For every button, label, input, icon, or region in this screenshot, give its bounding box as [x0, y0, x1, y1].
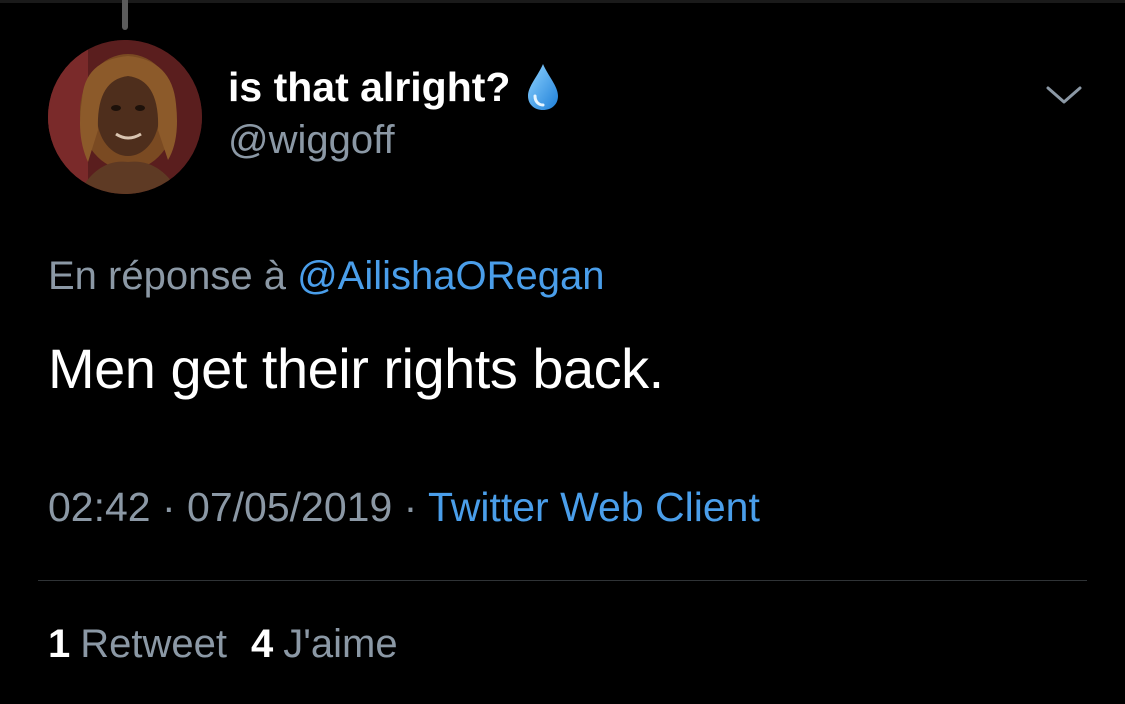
- avatar[interactable]: [48, 40, 202, 194]
- retweets-stat[interactable]: 1 Retweet: [48, 622, 227, 667]
- tweet-text: Men get their rights back.: [48, 337, 664, 400]
- display-name-row[interactable]: is that alright?: [228, 62, 560, 112]
- display-name[interactable]: is that alright?: [228, 64, 510, 111]
- likes-label: J'aime: [283, 622, 398, 666]
- meta-separator: ·: [392, 484, 428, 530]
- tweet-source-link[interactable]: Twitter Web Client: [428, 484, 760, 530]
- reply-prefix: En réponse à: [48, 254, 286, 298]
- reply-context: En réponse à @AilishaORegan: [48, 254, 605, 299]
- retweets-count: 1: [48, 622, 71, 666]
- top-border: [0, 0, 1125, 3]
- avatar-image: [48, 40, 202, 194]
- retweets-label: Retweet: [80, 622, 227, 666]
- tweet-meta: 02:42 · 07/05/2019 · Twitter Web Client: [48, 484, 760, 531]
- thread-connector-line: [122, 0, 128, 30]
- chevron-down-icon[interactable]: [1044, 80, 1084, 110]
- tweet-stats: 1 Retweet 4 J'aime: [48, 622, 422, 667]
- likes-stat[interactable]: 4 J'aime: [251, 622, 398, 667]
- meta-separator: ·: [150, 484, 188, 530]
- likes-count: 4: [251, 622, 274, 666]
- reply-mention-link[interactable]: @AilishaORegan: [297, 254, 604, 298]
- tweet-date[interactable]: 07/05/2019: [187, 484, 392, 530]
- user-handle[interactable]: @wiggoff: [228, 118, 395, 163]
- droplet-icon: [526, 62, 560, 112]
- tweet-time[interactable]: 02:42: [48, 484, 151, 530]
- divider: [38, 580, 1087, 581]
